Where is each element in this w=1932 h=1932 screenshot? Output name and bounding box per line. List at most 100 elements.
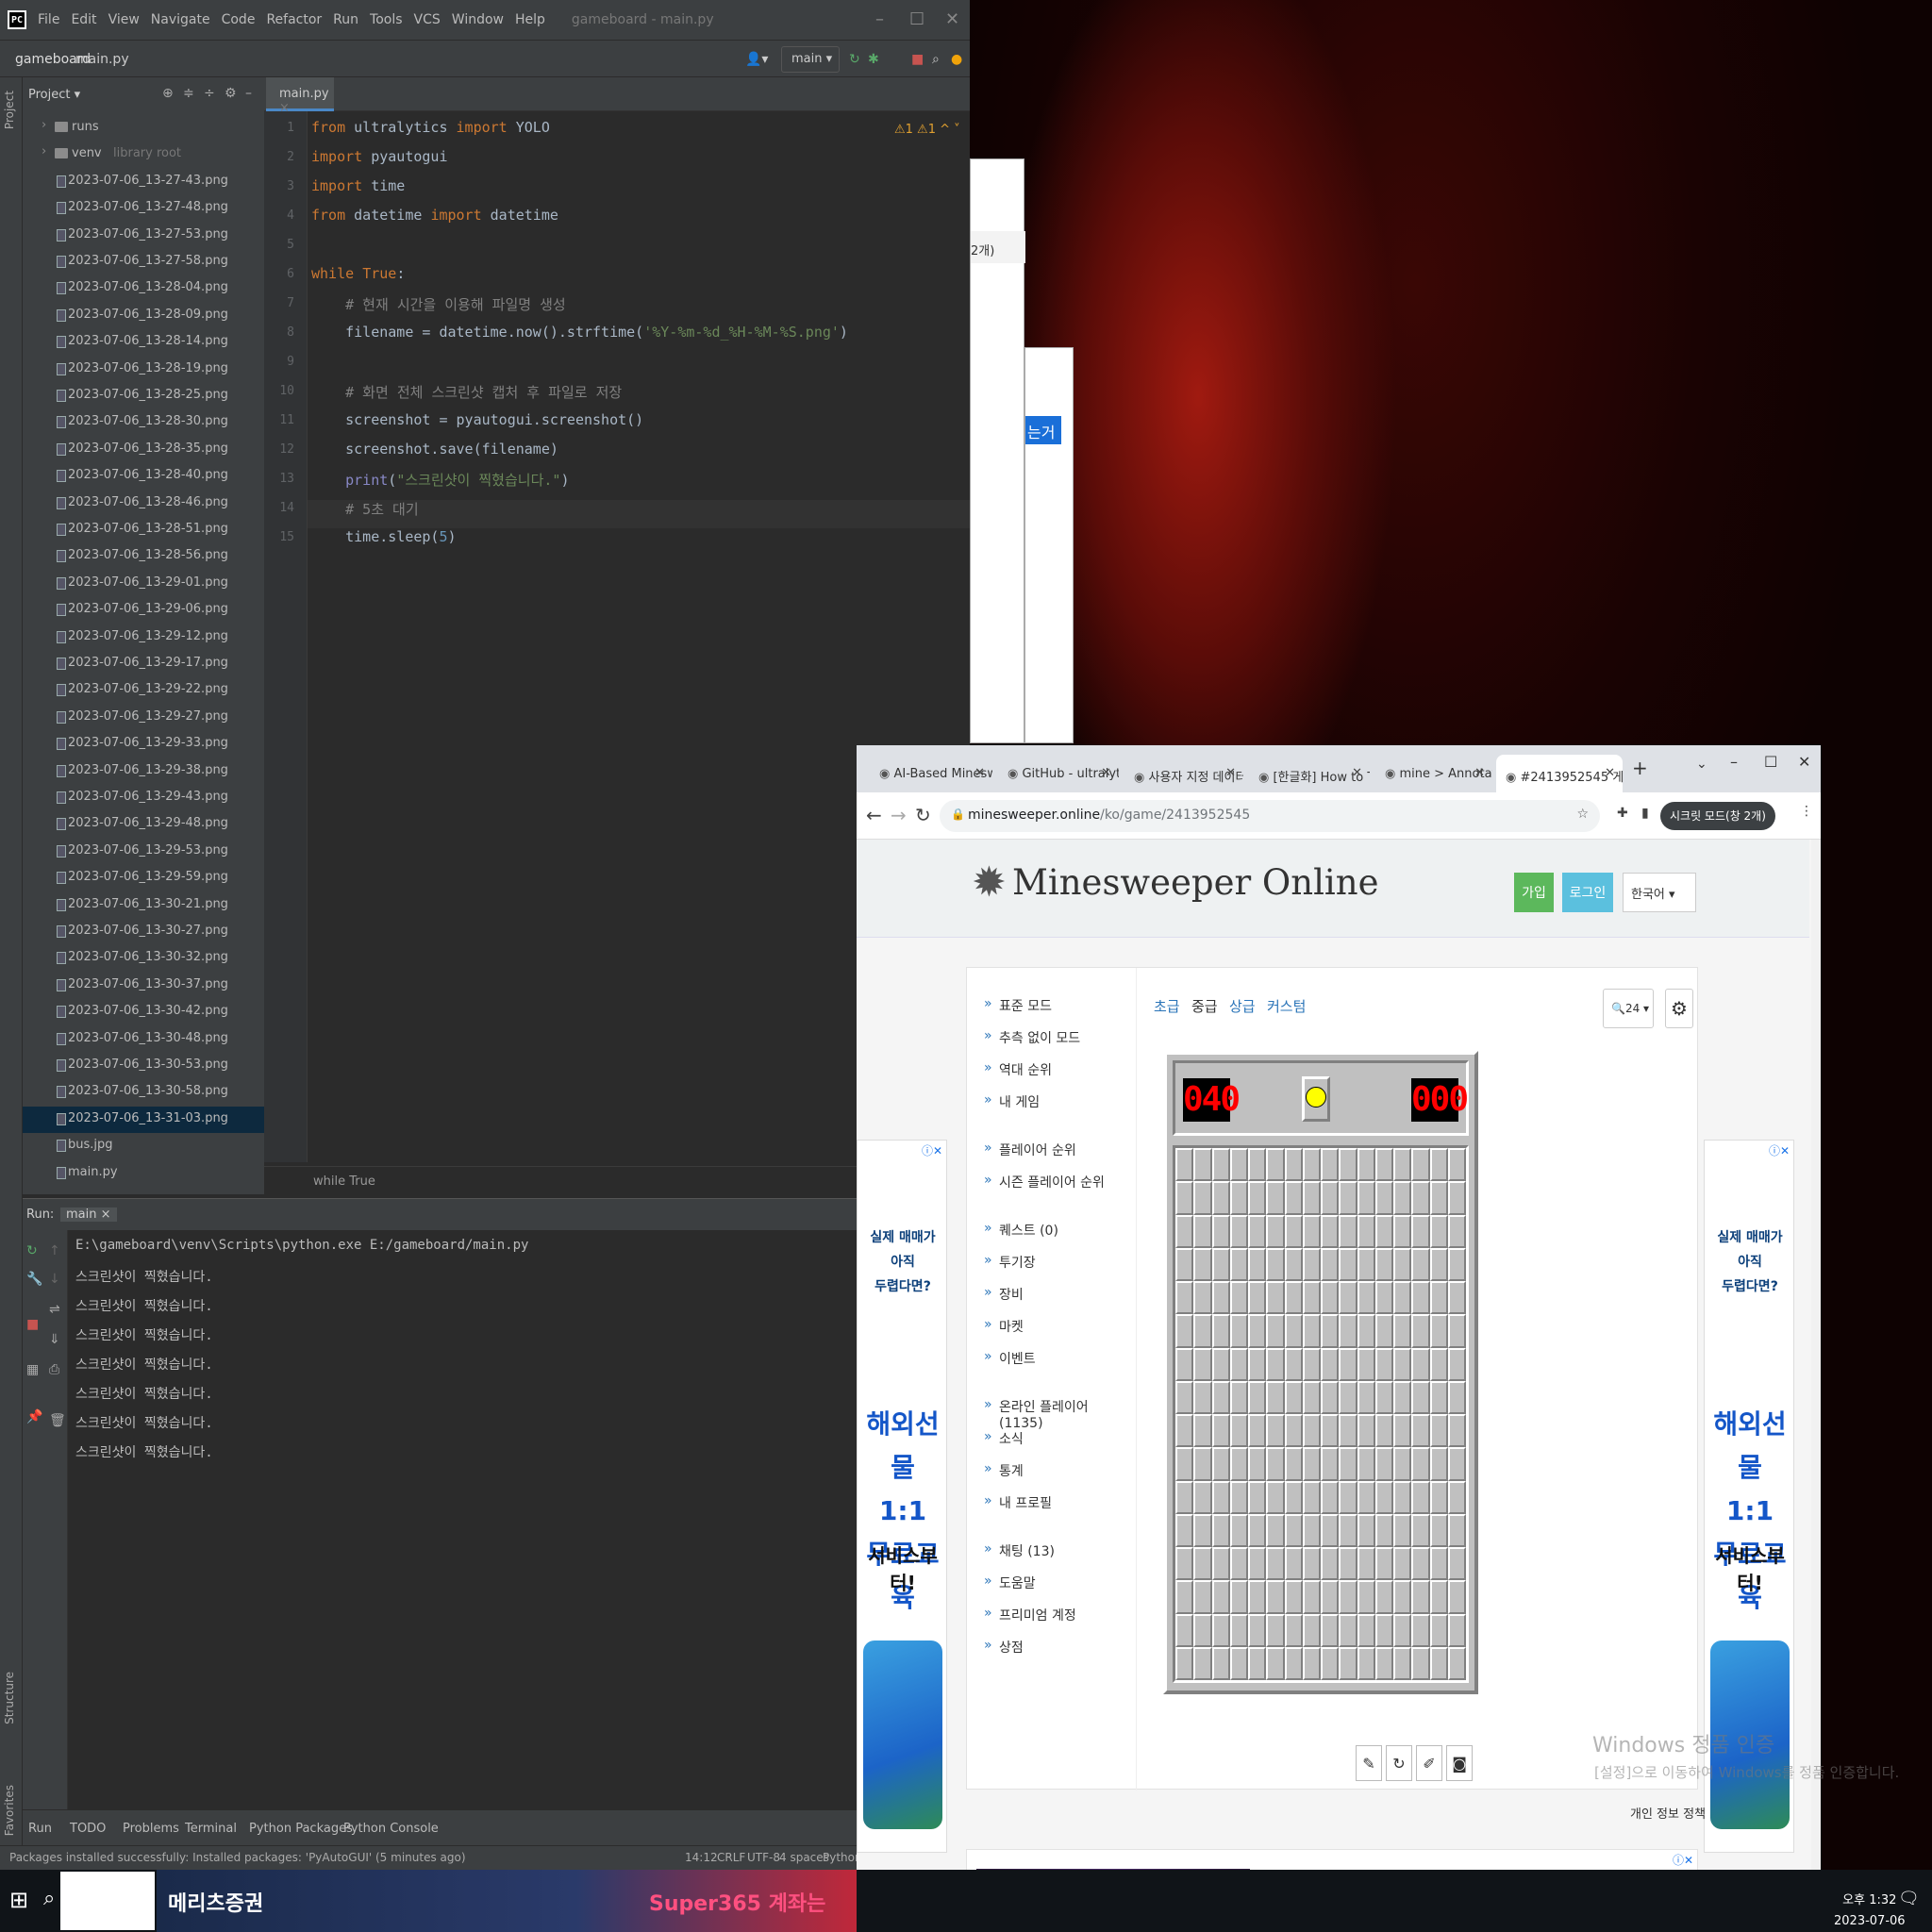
status-encoding[interactable]: UTF-8 bbox=[747, 1851, 780, 1864]
tab-close-icon[interactable]: ✕ bbox=[1101, 766, 1111, 780]
system-clock[interactable]: 오후 1:32 2023-07-06 bbox=[1834, 1890, 1906, 1932]
mine-cell[interactable] bbox=[1229, 1646, 1248, 1680]
mine-cell[interactable] bbox=[1411, 1181, 1430, 1215]
mine-cell[interactable] bbox=[1374, 1414, 1393, 1448]
mine-cell[interactable] bbox=[1374, 1380, 1393, 1414]
tree-file[interactable]: 2023-07-06_13-28-51.png bbox=[23, 517, 264, 543]
menu-run[interactable]: Run bbox=[333, 12, 358, 27]
mine-cell[interactable] bbox=[1447, 1247, 1466, 1281]
soft-wrap-icon[interactable]: ⇌ bbox=[49, 1302, 60, 1317]
mine-cell[interactable] bbox=[1429, 1414, 1448, 1448]
tab-close-icon[interactable]: ✕ bbox=[1474, 766, 1485, 780]
scroll-to-end-icon[interactable]: ⇓ bbox=[49, 1332, 60, 1347]
mine-cell[interactable] bbox=[1302, 1447, 1321, 1481]
browser-tab[interactable]: ◉ GitHub - ultralytic✕ bbox=[998, 755, 1119, 792]
mine-cell[interactable] bbox=[1266, 1513, 1285, 1547]
mine-cell[interactable] bbox=[1321, 1148, 1340, 1182]
mine-cell[interactable] bbox=[1357, 1214, 1375, 1248]
mine-cell[interactable] bbox=[1411, 1380, 1430, 1414]
tree-file[interactable]: 2023-07-06_13-29-33.png bbox=[23, 731, 264, 758]
user-icon[interactable]: 👤▾ bbox=[745, 52, 768, 67]
mine-cell[interactable] bbox=[1211, 1447, 1230, 1481]
mine-cell[interactable] bbox=[1393, 1646, 1412, 1680]
browser-tab[interactable]: ◉ mine > Annotate✕ bbox=[1375, 755, 1492, 792]
mine-cell[interactable] bbox=[1393, 1181, 1412, 1215]
mine-cell[interactable] bbox=[1357, 1513, 1375, 1547]
menu-navigate[interactable]: Navigate bbox=[151, 12, 210, 27]
sidebar-nav-link[interactable]: 프리미엄 계정 bbox=[984, 1606, 1076, 1624]
search-icon[interactable]: ⌕ bbox=[932, 52, 940, 67]
menu-window[interactable]: Window bbox=[452, 12, 504, 27]
mine-cell[interactable] bbox=[1266, 1247, 1285, 1281]
mine-cell[interactable] bbox=[1229, 1347, 1248, 1381]
tree-file[interactable]: 2023-07-06_13-28-40.png bbox=[23, 463, 264, 490]
rerun-icon[interactable]: ↻ bbox=[26, 1243, 38, 1258]
mine-cell[interactable] bbox=[1248, 1347, 1267, 1381]
mine-cell[interactable] bbox=[1429, 1148, 1448, 1182]
mine-cell[interactable] bbox=[1357, 1580, 1375, 1614]
mine-cell[interactable] bbox=[1211, 1580, 1230, 1614]
mine-cell[interactable] bbox=[1193, 1547, 1212, 1581]
mine-cell[interactable] bbox=[1211, 1380, 1230, 1414]
sidebar-nav-link[interactable]: 온라인 플레이어 (1135) bbox=[984, 1397, 1136, 1431]
mine-cell[interactable] bbox=[1284, 1214, 1303, 1248]
mine-cell[interactable] bbox=[1339, 1181, 1357, 1215]
difficulty-tab[interactable]: 커스텀 bbox=[1267, 996, 1306, 1016]
sidebar-nav-link[interactable]: 내 게임 bbox=[984, 1092, 1040, 1111]
editor-tab-main-py[interactable]: main.py × bbox=[266, 77, 334, 115]
mine-cell[interactable] bbox=[1193, 1380, 1212, 1414]
mine-cell[interactable] bbox=[1248, 1148, 1267, 1182]
left-ad-banner[interactable]: ⓘ✕ 실제 매매가 아직 두렵다면? 해외선물 1:1 무료교육 서비스부터! bbox=[857, 1140, 947, 1853]
tab-search-icon[interactable]: ⌄ bbox=[1696, 757, 1707, 772]
mine-cell[interactable] bbox=[1266, 1314, 1285, 1348]
mine-cell[interactable] bbox=[1302, 1414, 1321, 1448]
mine-cell[interactable] bbox=[1211, 1148, 1230, 1182]
pin-icon[interactable]: 📌 bbox=[26, 1409, 42, 1424]
sidebar-nav-link[interactable]: 소식 bbox=[984, 1429, 1024, 1448]
mine-cell[interactable] bbox=[1248, 1646, 1267, 1680]
mine-cell[interactable] bbox=[1284, 1247, 1303, 1281]
mine-cell[interactable] bbox=[1175, 1447, 1194, 1481]
tree-file[interactable]: 2023-07-06_13-30-37.png bbox=[23, 973, 264, 999]
mine-cell[interactable] bbox=[1175, 1580, 1194, 1614]
structure-tool-label[interactable]: Structure bbox=[3, 1672, 16, 1724]
browser-tab[interactable]: ◉ 사용자 지정 데이터 ✕ bbox=[1124, 755, 1243, 792]
sidebar-nav-link[interactable]: 상점 bbox=[984, 1638, 1024, 1657]
mine-cell[interactable] bbox=[1284, 1646, 1303, 1680]
mine-cell[interactable] bbox=[1229, 1447, 1248, 1481]
hide-panel-icon[interactable]: – bbox=[245, 86, 252, 101]
mine-cell[interactable] bbox=[1339, 1580, 1357, 1614]
tree-file[interactable]: 2023-07-06_13-30-21.png bbox=[23, 892, 264, 919]
mine-cell[interactable] bbox=[1248, 1447, 1267, 1481]
scroll-up-icon[interactable]: ↑ bbox=[49, 1243, 60, 1258]
mine-cell[interactable] bbox=[1248, 1247, 1267, 1281]
mine-cell[interactable] bbox=[1248, 1513, 1267, 1547]
tree-file[interactable]: 2023-07-06_13-29-48.png bbox=[23, 811, 264, 838]
mine-cell[interactable] bbox=[1321, 1347, 1340, 1381]
mine-cell[interactable] bbox=[1429, 1480, 1448, 1514]
mine-cell[interactable] bbox=[1321, 1247, 1340, 1281]
mine-cell[interactable] bbox=[1411, 1580, 1430, 1614]
mine-cell[interactable] bbox=[1266, 1414, 1285, 1448]
sidebar-nav-link[interactable]: 마켓 bbox=[984, 1317, 1024, 1336]
site-logo-icon[interactable]: ✹ bbox=[972, 858, 1007, 907]
mine-cell[interactable] bbox=[1266, 1646, 1285, 1680]
forward-icon[interactable]: → bbox=[891, 804, 907, 826]
tree-file[interactable]: 2023-07-06_13-29-38.png bbox=[23, 758, 264, 785]
mine-cell[interactable] bbox=[1266, 1447, 1285, 1481]
mine-cell[interactable] bbox=[1393, 1314, 1412, 1348]
mine-cell[interactable] bbox=[1284, 1613, 1303, 1647]
background-dialog[interactable]: 는거야 bbox=[1024, 347, 1074, 743]
mine-cell[interactable] bbox=[1411, 1447, 1430, 1481]
mine-cell[interactable] bbox=[1429, 1613, 1448, 1647]
mine-cell[interactable] bbox=[1321, 1547, 1340, 1581]
mine-cell[interactable] bbox=[1248, 1613, 1267, 1647]
mine-cell[interactable] bbox=[1429, 1247, 1448, 1281]
mine-cell[interactable] bbox=[1357, 1281, 1375, 1315]
mine-cell[interactable] bbox=[1357, 1181, 1375, 1215]
mine-cell[interactable] bbox=[1229, 1314, 1248, 1348]
mine-cell[interactable] bbox=[1229, 1513, 1248, 1547]
mine-cell[interactable] bbox=[1193, 1347, 1212, 1381]
tree-file[interactable]: 2023-07-06_13-28-25.png bbox=[23, 383, 264, 409]
minimize-icon[interactable]: – bbox=[875, 9, 884, 29]
